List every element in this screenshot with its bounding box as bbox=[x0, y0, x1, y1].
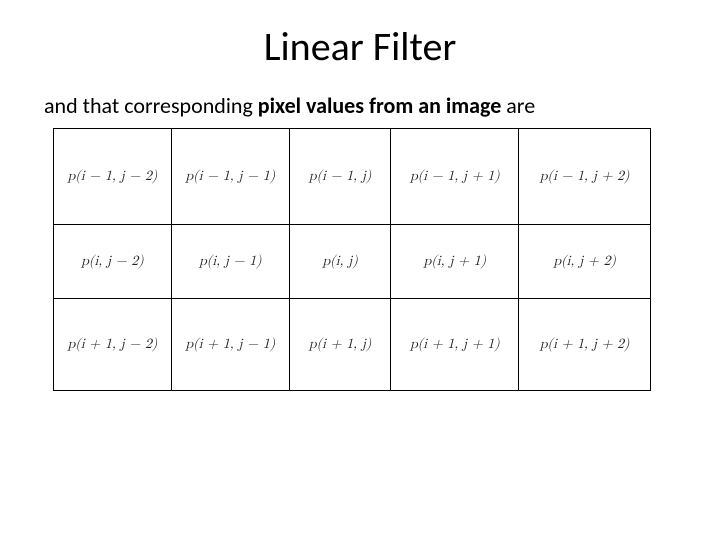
table-cell: p(i − 1, j) bbox=[289, 129, 391, 225]
cell-text: p(i, j − 2) bbox=[81, 254, 144, 268]
table-row: p(i − 1, j − 2) p(i − 1, j − 1) p(i − 1,… bbox=[54, 129, 651, 225]
table-cell: p(i + 1, j) bbox=[289, 299, 391, 391]
table-cell: p(i, j + 2) bbox=[519, 225, 651, 299]
table-cell: p(i + 1, j − 2) bbox=[54, 299, 172, 391]
pixel-table: p(i − 1, j − 2) p(i − 1, j − 1) p(i − 1,… bbox=[53, 128, 651, 391]
slide: Linear Filter and that corresponding pix… bbox=[0, 0, 720, 540]
page-title: Linear Filter bbox=[0, 22, 720, 71]
cell-text: p(i − 1, j + 2) bbox=[540, 169, 630, 183]
table-cell: p(i + 1, j − 1) bbox=[171, 299, 289, 391]
table-cell: p(i − 1, j − 1) bbox=[171, 129, 289, 225]
cell-text: p(i + 1, j + 1) bbox=[410, 337, 500, 351]
cell-text: p(i + 1, j + 2) bbox=[540, 337, 630, 351]
cell-text: p(i − 1, j − 1) bbox=[185, 169, 275, 183]
cell-text: p(i, j + 1) bbox=[424, 254, 487, 268]
cell-text: p(i − 1, j) bbox=[309, 169, 372, 183]
table-cell: p(i, j − 2) bbox=[54, 225, 172, 299]
table-cell: p(i + 1, j + 2) bbox=[519, 299, 651, 391]
intro-suffix: are bbox=[501, 92, 535, 119]
intro-prefix: and that corresponding bbox=[44, 92, 258, 119]
pixel-grid: p(i − 1, j − 2) p(i − 1, j − 1) p(i − 1,… bbox=[53, 128, 651, 391]
cell-text: p(i, j − 1) bbox=[199, 254, 262, 268]
cell-text: p(i + 1, j) bbox=[309, 337, 372, 351]
table-cell: p(i − 1, j + 1) bbox=[391, 129, 519, 225]
table-cell: p(i, j) bbox=[289, 225, 391, 299]
table-row: p(i + 1, j − 2) p(i + 1, j − 1) p(i + 1,… bbox=[54, 299, 651, 391]
table-row: p(i, j − 2) p(i, j − 1) p(i, j) p(i, j +… bbox=[54, 225, 651, 299]
intro-text: and that corresponding pixel values from… bbox=[44, 92, 535, 119]
table-cell: p(i − 1, j + 2) bbox=[519, 129, 651, 225]
cell-text: p(i − 1, j − 2) bbox=[68, 169, 158, 183]
intro-bold: pixel values from an image bbox=[258, 92, 502, 119]
cell-text: p(i − 1, j + 1) bbox=[410, 169, 500, 183]
table-cell: p(i + 1, j + 1) bbox=[391, 299, 519, 391]
cell-text: p(i + 1, j − 1) bbox=[185, 337, 275, 351]
cell-text: p(i, j + 2) bbox=[553, 254, 616, 268]
table-cell: p(i, j − 1) bbox=[171, 225, 289, 299]
cell-text: p(i, j) bbox=[322, 254, 357, 268]
table-cell: p(i, j + 1) bbox=[391, 225, 519, 299]
table-cell: p(i − 1, j − 2) bbox=[54, 129, 172, 225]
cell-text: p(i + 1, j − 2) bbox=[68, 337, 158, 351]
